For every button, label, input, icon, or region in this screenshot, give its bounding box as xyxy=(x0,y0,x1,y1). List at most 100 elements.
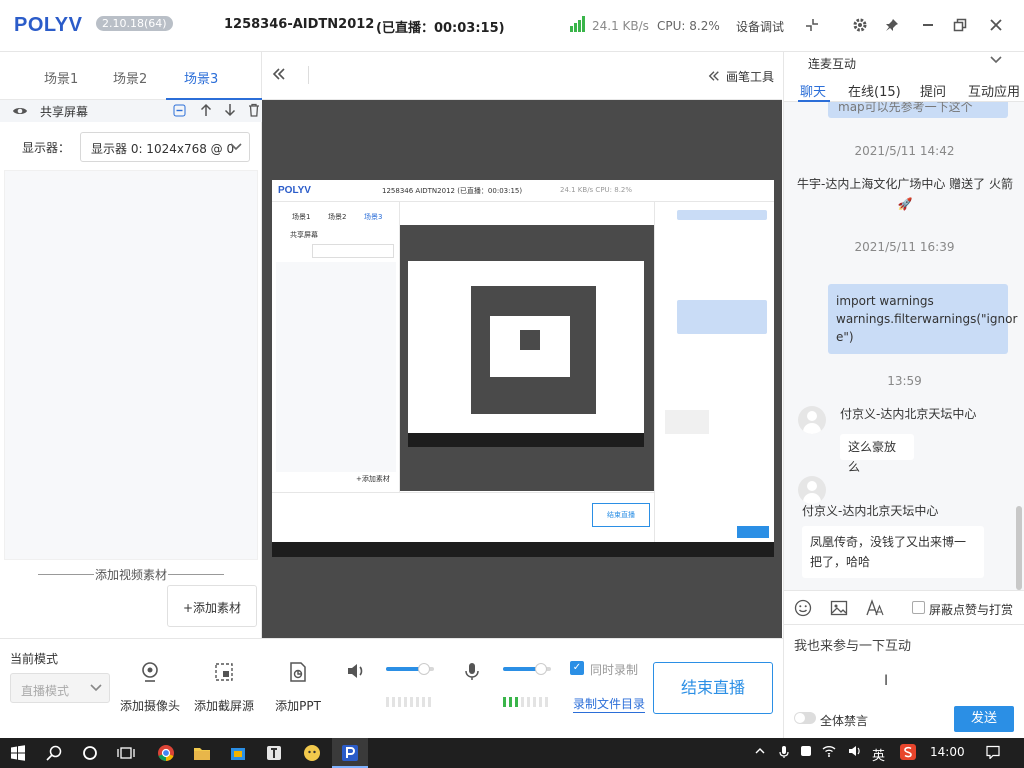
chat-message-list[interactable]: map可以先参考一下这个 2021/5/11 14:42 牛宇-达内上海文化广场… xyxy=(784,102,1024,590)
close-icon[interactable] xyxy=(984,12,1008,38)
search-icon[interactable] xyxy=(36,738,72,768)
font-icon[interactable] xyxy=(866,599,884,617)
source-item-share-screen[interactable]: 共享屏幕 xyxy=(0,100,262,122)
meter-segment xyxy=(404,697,407,707)
sogou-ime-icon[interactable] xyxy=(900,744,916,763)
tab-scene-1[interactable]: 场景1 xyxy=(44,68,78,87)
polyv-app-icon[interactable] xyxy=(332,738,368,768)
preview-speed: 24.1 KB/s CPU: 8.2% xyxy=(560,186,633,194)
code-line: warnings.filterwarnings("ignor xyxy=(836,312,1018,326)
chat-scrollbar[interactable] xyxy=(1016,506,1022,590)
wifi-icon[interactable] xyxy=(822,745,836,760)
speaker-volume-slider[interactable] xyxy=(386,663,434,675)
eye-icon[interactable] xyxy=(12,103,28,119)
add-screenshot-source-button[interactable]: 添加截屏源 xyxy=(184,661,264,714)
text-cursor-icon: I xyxy=(884,673,889,689)
divider xyxy=(308,66,309,84)
move-up-icon[interactable] xyxy=(197,101,215,119)
preview-nested-taskbar xyxy=(408,433,644,447)
timestamp: 13:59 xyxy=(887,374,922,388)
tab-chat[interactable]: 聊天 xyxy=(800,81,826,100)
slider-knob[interactable] xyxy=(418,663,431,675)
preview-bubble xyxy=(677,210,767,220)
volume-icon[interactable] xyxy=(848,745,862,760)
tab-scene-3[interactable]: 场景3 xyxy=(184,68,218,87)
slider-knob[interactable] xyxy=(535,663,548,675)
add-video-label: 添加视频素材 xyxy=(94,568,167,582)
meter-segment xyxy=(509,697,512,707)
sync-record-checkbox[interactable]: ✓ xyxy=(570,661,584,675)
control-bar: 当前模式 直播模式 添加摄像头 添加截屏源 添加PPT ✓ 同时录制 录制文件目… xyxy=(0,638,783,738)
record-directory-link[interactable]: 录制文件目录 xyxy=(573,697,646,713)
add-camera-button[interactable]: 添加摄像头 xyxy=(110,661,190,714)
store-icon[interactable] xyxy=(220,738,256,768)
add-ppt-button[interactable]: 添加PPT xyxy=(258,661,338,714)
windows-taskbar: 英 14:00 xyxy=(0,738,1024,768)
device-debug-button[interactable]: 设备调试 xyxy=(736,18,784,35)
preview-tab-1: 场景1 xyxy=(292,213,311,221)
meter-segment xyxy=(410,697,413,707)
avatar[interactable] xyxy=(798,406,826,434)
microphone-icon[interactable] xyxy=(462,661,482,681)
mic-volume-slider[interactable] xyxy=(503,663,551,675)
chat-input[interactable]: 我也来参与一下互动 I xyxy=(784,624,1024,704)
collapse-left-icon[interactable] xyxy=(272,66,286,85)
notification-icon[interactable] xyxy=(986,745,1000,762)
title-bar: POLYV 2.10.18(64) 1258346-AIDTN2012 (已直播… xyxy=(0,0,1024,52)
clock: 14:00 xyxy=(930,745,965,759)
ime-indicator[interactable]: 英 xyxy=(872,745,885,764)
block-likes-rewards-checkbox[interactable] xyxy=(912,601,925,614)
mute-all-toggle[interactable] xyxy=(794,712,816,724)
windows-start-icon[interactable] xyxy=(0,738,36,768)
move-down-icon[interactable] xyxy=(221,101,239,119)
chat-tabs: 聊天 在线(15) 提问 互动应用 xyxy=(784,78,1024,102)
task-view-icon[interactable] xyxy=(108,738,144,768)
avatar[interactable] xyxy=(798,476,826,504)
sender-name: 付京义-达内北京天坛中心 xyxy=(840,407,977,421)
preview-display-select xyxy=(312,244,394,258)
tab-online[interactable]: 在线(15) xyxy=(848,81,901,100)
image-icon[interactable] xyxy=(830,599,848,617)
channel-title: 1258346-AIDTN2012 xyxy=(224,17,375,32)
shrink-icon[interactable] xyxy=(800,12,824,38)
preview-canvas[interactable]: POLYV 1258346 AIDTN2012 (已直播：00:03:15) 2… xyxy=(262,100,782,638)
lianmai-section-title[interactable]: 连麦互动 xyxy=(808,55,856,72)
gear-icon[interactable] xyxy=(848,12,872,38)
tab-interactive-apps[interactable]: 互动应用 xyxy=(968,81,1020,100)
tray-expand-icon[interactable] xyxy=(754,745,766,760)
game-app-icon[interactable] xyxy=(294,738,330,768)
collapse-icon[interactable] xyxy=(170,101,188,119)
chrome-icon[interactable] xyxy=(148,738,184,768)
typora-icon[interactable] xyxy=(256,738,292,768)
pin-icon[interactable] xyxy=(880,12,904,38)
meter-segment xyxy=(398,697,401,707)
message-line: 凤凰传奇，没钱了又出来博一 xyxy=(810,535,967,549)
end-live-button[interactable]: 结束直播 xyxy=(653,662,773,714)
add-ppt-label: 添加PPT xyxy=(275,699,321,713)
tray-app-icon[interactable] xyxy=(800,745,812,760)
code-line: import warnings xyxy=(836,294,934,308)
message-bubble: 凤凰传奇，没钱了又出来博一 把了，哈哈 xyxy=(802,526,984,578)
display-select[interactable]: 显示器 0: 1024x768 @ 0 xyxy=(80,132,250,162)
mode-select[interactable]: 直播模式 xyxy=(10,673,110,703)
file-explorer-icon[interactable] xyxy=(184,738,220,768)
delete-icon[interactable] xyxy=(245,101,263,119)
tab-scene-2[interactable]: 场景2 xyxy=(113,68,147,87)
add-material-button[interactable]: +添加素材 xyxy=(167,585,257,627)
tab-questions[interactable]: 提问 xyxy=(920,81,946,100)
cortana-icon[interactable] xyxy=(72,738,108,768)
minimize-icon[interactable] xyxy=(916,12,940,38)
scene-tabs: 场景1 场景2 场景3 xyxy=(0,52,262,100)
pen-tools-button[interactable]: 画笔工具 xyxy=(708,68,774,85)
speaker-icon[interactable] xyxy=(346,661,366,681)
send-button[interactable]: 发送 xyxy=(954,706,1014,732)
emoji-icon[interactable] xyxy=(794,599,812,617)
meter-segment xyxy=(539,697,542,707)
preview-title-bar: POLYV 1258346 AIDTN2012 (已直播：00:03:15) 2… xyxy=(272,180,774,202)
tray-microphone-icon[interactable] xyxy=(778,745,790,762)
chevron-down-icon[interactable] xyxy=(989,52,1003,70)
mode-label: 当前模式 xyxy=(10,652,59,666)
preview-send xyxy=(737,526,769,538)
restore-icon[interactable] xyxy=(948,12,972,38)
timestamp: 2021/5/11 14:42 xyxy=(854,144,955,158)
